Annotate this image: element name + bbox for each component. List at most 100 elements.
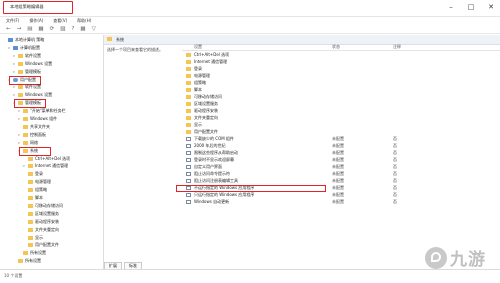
folder-icon — [186, 102, 191, 107]
chevron-right-icon[interactable]: > — [17, 132, 21, 138]
tree-node[interactable]: 用户配置文件 — [22, 242, 59, 248]
setting-name: 阻止访问注册表编辑工具 — [194, 178, 238, 184]
menu-bar: 文件(F) 操作(A) 查看(V) 帮助(H) — [0, 16, 500, 25]
list-row[interactable]: 登录 — [182, 66, 500, 72]
menu-file[interactable]: 文件(F) — [6, 16, 19, 25]
policy-setting-icon — [186, 158, 191, 163]
chevron-right-icon[interactable]: > — [12, 92, 16, 98]
folder-icon — [28, 196, 33, 200]
tree-node[interactable]: > Windows 设置 — [12, 92, 52, 98]
list-row[interactable]: 显示 — [182, 122, 500, 128]
view-icon[interactable]: ▦ — [38, 25, 43, 33]
minimize-button[interactable]: – — [446, 2, 456, 12]
export-icon[interactable]: ▨ — [60, 25, 65, 33]
tree-node-label: 共享文件夹 — [30, 123, 50, 129]
tree-node[interactable]: 文件夹重定向 — [22, 227, 59, 233]
list-row[interactable]: 只运行指定的 Windows 应用程序 未配置 否 — [182, 192, 500, 198]
folder-icon — [186, 95, 191, 100]
setting-name: Ctrl+Alt+Del 选项 — [194, 52, 230, 58]
folder-icon — [28, 243, 33, 248]
chevron-down-icon[interactable]: ∨ — [7, 45, 11, 51]
setting-name: 文件夹重定向 — [194, 115, 218, 121]
list-row[interactable]: Internet 通信管理 — [182, 59, 500, 65]
tree-node[interactable]: 显示 — [22, 235, 43, 241]
close-button[interactable]: ✕ — [486, 2, 496, 12]
folder-icon — [28, 156, 33, 161]
folder-icon — [28, 188, 33, 193]
setting-state: 未配置 — [332, 199, 344, 205]
policy-setting-icon — [186, 137, 191, 142]
menu-action[interactable]: 操作(A) — [29, 16, 43, 25]
list-row[interactable]: 脚本 — [182, 87, 500, 93]
tree-node[interactable]: 登录 — [22, 171, 43, 177]
highlight-box — [19, 146, 51, 156]
menu-view[interactable]: 查看(V) — [53, 16, 67, 25]
list-row[interactable]: 电源管理 — [182, 73, 500, 79]
show-tree-icon[interactable]: ▤ — [27, 25, 32, 33]
list-row[interactable]: 阻止访问注册表编辑工具 未配置 否 — [182, 178, 500, 184]
tree-node[interactable]: > 网络 — [17, 140, 38, 146]
tree-node[interactable]: 所有设置 — [17, 250, 46, 256]
tree-node[interactable]: > 软件设置 — [12, 53, 41, 59]
list-row[interactable]: 区域设置服务 — [182, 101, 500, 107]
tree-node[interactable]: 本地计算机 策略 — [2, 37, 44, 43]
list-row[interactable]: 限制这些程序从帮助启动 未配置 否 — [182, 150, 500, 156]
list-row[interactable]: Windows 自动更新 未配置 否 — [182, 199, 500, 205]
list-row[interactable]: 用户配置文件 — [182, 129, 500, 135]
setting-comment: 否 — [393, 157, 397, 163]
forward-icon[interactable]: → — [17, 25, 22, 33]
tree-node[interactable]: 共享文件夹 — [17, 124, 50, 130]
filter-icon[interactable]: ▽ — [92, 25, 96, 33]
list-row[interactable]: 自定义用户界面 未配置 否 — [182, 164, 500, 170]
tree-node[interactable]: > 管理模板 — [12, 69, 41, 75]
tree-node[interactable]: > "开始"菜单和任务栏 — [17, 108, 66, 114]
help-icon[interactable]: ? — [71, 25, 74, 33]
chevron-right-icon[interactable]: > — [12, 53, 16, 59]
setting-comment: 否 — [393, 192, 397, 198]
list-row[interactable]: 组策略 — [182, 80, 500, 86]
tree-node[interactable]: 所有设置 — [12, 258, 41, 264]
refresh-icon[interactable]: ⟳ — [50, 25, 55, 33]
menu-help[interactable]: 帮助(H) — [77, 16, 91, 25]
tree-node[interactable]: 可移动存储访问 — [22, 203, 63, 209]
chevron-right-icon[interactable]: > — [17, 108, 21, 114]
tree-node[interactable]: > 软件设置 — [12, 84, 41, 90]
chevron-right-icon[interactable]: > — [12, 84, 16, 90]
back-icon[interactable]: ← — [6, 25, 11, 33]
list-row[interactable]: 驱动程序安装 — [182, 108, 500, 114]
properties-icon[interactable]: ▦ — [80, 25, 85, 33]
chevron-right-icon[interactable]: > — [17, 140, 21, 146]
list-row[interactable]: 2000 年后的世纪 未配置 否 — [182, 143, 500, 149]
header-divider — [182, 50, 500, 51]
chevron-right-icon[interactable]: > — [12, 69, 16, 75]
tree-node[interactable]: > 控制面板 — [17, 132, 46, 138]
tree-node[interactable]: > Windows 组件 — [17, 116, 57, 122]
tree-node[interactable]: 驱动程序安装 — [22, 219, 59, 225]
tree-node-label: 所有设置 — [25, 258, 41, 264]
list-row[interactable]: 文件夹重定向 — [182, 115, 500, 121]
chevron-right-icon[interactable]: > — [17, 116, 21, 122]
tree-node[interactable]: Ctrl+Alt+Del 选项 — [22, 156, 70, 162]
tree-node[interactable]: ∨ 计算机配置 — [7, 45, 40, 51]
list-row[interactable]: 可移动存储访问 — [182, 94, 500, 100]
folder-icon — [186, 123, 191, 128]
chevron-right-icon[interactable]: > — [12, 61, 16, 67]
cpu-icon — [8, 38, 13, 42]
folder-icon — [186, 116, 191, 121]
tree-node[interactable]: 电源管理 — [22, 179, 51, 185]
tree-node[interactable]: 区域设置服务 — [22, 211, 59, 217]
tree-node-label: 文件夹重定向 — [35, 226, 59, 232]
list-row[interactable]: 登录时不显示欢迎屏幕 未配置 否 — [182, 157, 500, 163]
tree-node[interactable]: > Internet 通信管理 — [22, 163, 68, 169]
tree-node[interactable]: 脚本 — [22, 195, 43, 201]
chevron-right-icon[interactable]: > — [22, 163, 26, 169]
status-text: 10 个设置 — [4, 273, 23, 278]
tree-node[interactable]: > Windows 设置 — [12, 61, 52, 67]
setting-comment: 否 — [393, 143, 397, 149]
setting-name: Internet 通信管理 — [194, 59, 228, 65]
list-row[interactable]: Ctrl+Alt+Del 选项 — [182, 52, 500, 58]
list-row[interactable]: 下载缺少的 COM 组件 未配置 否 — [182, 136, 500, 142]
list-row[interactable]: 阻止访问命令提示符 未配置 否 — [182, 171, 500, 177]
tree-node[interactable]: 组策略 — [22, 187, 47, 193]
maximize-button[interactable]: □ — [466, 2, 476, 12]
